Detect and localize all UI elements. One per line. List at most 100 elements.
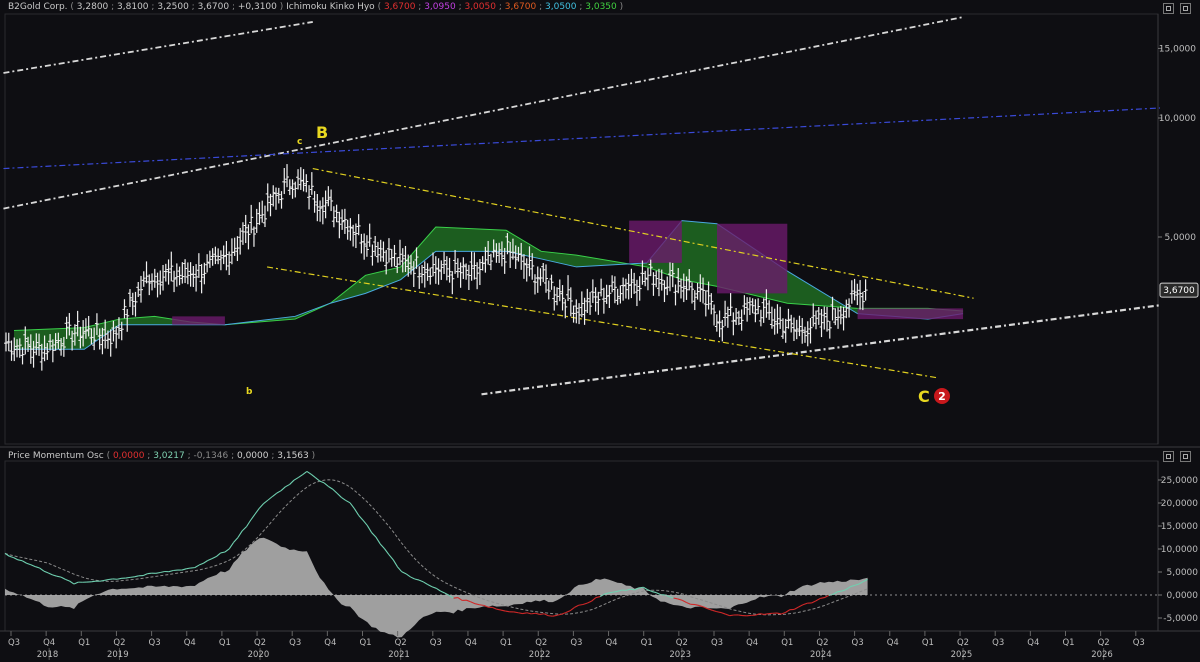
quarter-label: Q2 bbox=[535, 638, 547, 648]
momentum-line-segment bbox=[505, 610, 510, 613]
lower-white-trendline bbox=[481, 304, 1161, 396]
momentum-line-segment bbox=[198, 562, 204, 566]
momentum-line-segment bbox=[561, 612, 566, 615]
osc-tick-label: 15,0000 bbox=[1161, 522, 1198, 532]
year-label: 2018 bbox=[37, 650, 59, 660]
momentum-line-segment bbox=[99, 579, 105, 582]
ichimoku-bear-cloud bbox=[629, 220, 682, 263]
momentum-line-segment bbox=[30, 564, 36, 568]
year-label: 2022 bbox=[529, 650, 551, 660]
momentum-line-segment bbox=[233, 537, 239, 543]
momentum-line-segment bbox=[824, 594, 830, 599]
wave-circle-number: 2 bbox=[938, 390, 946, 403]
momentum-line-segment bbox=[397, 566, 403, 573]
momentum-line-segment bbox=[496, 608, 502, 611]
momentum-line-segment bbox=[500, 609, 506, 612]
quarter-label: Q2 bbox=[676, 638, 688, 648]
blue-trendline bbox=[3, 107, 1160, 170]
price-tick-label: 15,0000 bbox=[1159, 44, 1196, 54]
momentum-line-segment bbox=[366, 525, 373, 533]
momentum-line-segment bbox=[613, 590, 618, 593]
momentum-line-segment bbox=[310, 473, 316, 479]
momentum-line-segment bbox=[587, 600, 592, 604]
momentum-line-segment bbox=[203, 560, 209, 564]
axes: 15,000010,00005,00003,670025,000020,0000… bbox=[5, 44, 1199, 660]
momentum-line-segment bbox=[453, 596, 458, 599]
osc-tick-label: 20,0000 bbox=[1161, 499, 1198, 509]
momentum-line-segment bbox=[306, 470, 312, 475]
momentum-line-segment bbox=[798, 604, 804, 608]
quarter-label: Q4 bbox=[43, 638, 55, 648]
momentum-line-segment bbox=[293, 477, 299, 481]
osc-tick-label: 0,0000 bbox=[1167, 591, 1199, 601]
momentum-line-segment bbox=[336, 492, 342, 498]
quarter-label: Q1 bbox=[922, 638, 934, 648]
quarter-label: Q1 bbox=[781, 638, 793, 648]
momentum-line-segment bbox=[794, 606, 799, 610]
quarter-label: Q3 bbox=[8, 638, 20, 648]
momentum-line-segment bbox=[656, 592, 661, 596]
quarter-label: Q1 bbox=[359, 638, 371, 648]
osc-tick-label: 25,0000 bbox=[1161, 476, 1198, 486]
momentum-line-segment bbox=[423, 581, 428, 585]
current-price-label: 3,6700 bbox=[1163, 286, 1195, 296]
quarter-label: Q3 bbox=[289, 638, 301, 648]
momentum-line-segment bbox=[69, 580, 75, 585]
momentum-line-segment bbox=[518, 612, 523, 615]
momentum-line-segment bbox=[410, 576, 415, 580]
momentum-line-segment bbox=[228, 542, 235, 550]
quarter-label: Q2 bbox=[254, 638, 266, 648]
momentum-line-segment bbox=[272, 492, 278, 497]
momentum-line-segment bbox=[388, 554, 394, 561]
momentum-line-segment bbox=[535, 612, 540, 615]
momentum-line-segment bbox=[65, 578, 70, 582]
momentum-line-segment bbox=[720, 612, 726, 615]
year-label: 2026 bbox=[1091, 650, 1113, 660]
momentum-line-segment bbox=[246, 519, 252, 527]
quarter-label: Q3 bbox=[570, 638, 582, 648]
quarter-label: Q4 bbox=[887, 638, 899, 648]
momentum-line-segment bbox=[267, 496, 273, 501]
momentum-line-segment bbox=[569, 607, 575, 612]
momentum-line-segment bbox=[582, 602, 588, 606]
momentum-line-segment bbox=[513, 611, 519, 614]
year-label: 2020 bbox=[248, 650, 270, 660]
momentum-line-segment bbox=[155, 571, 161, 574]
momentum-line-segment bbox=[539, 613, 545, 615]
momentum-line-segment bbox=[578, 603, 584, 606]
momentum-line-segment bbox=[345, 499, 351, 504]
momentum-line-segment bbox=[492, 606, 497, 610]
momentum-line-segment bbox=[276, 490, 282, 494]
momentum-line-segment bbox=[815, 597, 821, 602]
quarter-label: Q4 bbox=[184, 638, 196, 648]
momentum-line-segment bbox=[21, 560, 27, 564]
momentum-line-segment bbox=[285, 483, 290, 488]
momentum-line-segment bbox=[440, 590, 446, 594]
momentum-line-segment bbox=[60, 576, 66, 580]
momentum-line-segment bbox=[181, 568, 187, 571]
ichimoku-cloud-area bbox=[14, 220, 964, 350]
momentum-line-segment bbox=[289, 479, 295, 485]
momentum-line-segment bbox=[820, 597, 825, 599]
year-label: 2024 bbox=[810, 650, 832, 660]
momentum-line-segment bbox=[349, 502, 355, 509]
wave-c-label: c bbox=[297, 137, 302, 147]
year-label: 2023 bbox=[669, 650, 691, 660]
momentum-line-segment bbox=[91, 580, 96, 583]
momentum-line-segment bbox=[207, 558, 213, 562]
momentum-line-segment bbox=[52, 574, 57, 577]
year-label: 2021 bbox=[388, 650, 410, 660]
momentum-line-segment bbox=[725, 613, 730, 617]
momentum-line-segment bbox=[785, 609, 791, 613]
momentum-line-segment bbox=[595, 596, 601, 599]
momentum-line-segment bbox=[776, 612, 782, 615]
momentum-line-segment bbox=[712, 609, 717, 613]
momentum-line-segment bbox=[220, 551, 226, 554]
momentum-line-segment bbox=[168, 569, 174, 573]
quarter-label: Q2 bbox=[816, 638, 828, 648]
momentum-line-segment bbox=[353, 508, 360, 516]
momentum-line-segment bbox=[811, 600, 817, 604]
ichimoku-bear-cloud bbox=[857, 308, 964, 320]
quarter-label: Q1 bbox=[1062, 638, 1074, 648]
momentum-line-segment bbox=[526, 612, 532, 615]
